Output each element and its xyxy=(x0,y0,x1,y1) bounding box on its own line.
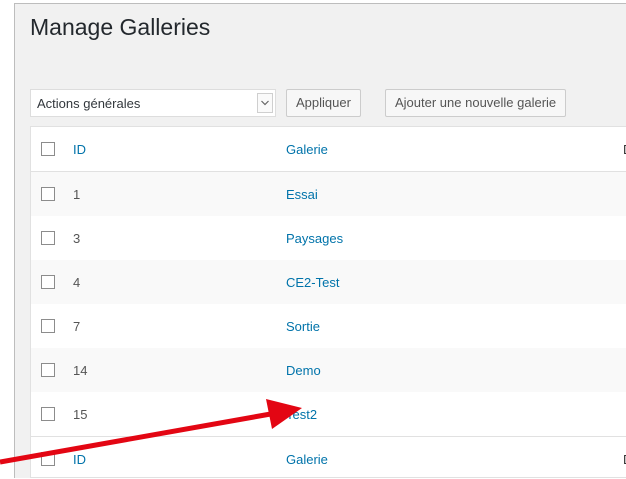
column-footer-gallery[interactable]: Galerie xyxy=(286,452,328,467)
table-header-row: ID Galerie D xyxy=(31,127,626,172)
table-row: 1 Essai xyxy=(31,172,626,216)
row-id: 14 xyxy=(73,363,88,378)
table-row: 15 Test2 xyxy=(31,392,626,436)
bulk-actions-selected-value: Actions générales xyxy=(37,96,141,111)
row-id: 4 xyxy=(73,275,81,290)
row-checkbox[interactable] xyxy=(41,407,55,421)
row-checkbox[interactable] xyxy=(41,319,55,333)
row-checkbox[interactable] xyxy=(41,363,55,377)
row-id: 7 xyxy=(73,319,81,334)
gallery-link[interactable]: Demo xyxy=(286,363,321,378)
gallery-link[interactable]: Test2 xyxy=(286,407,317,422)
gallery-link[interactable]: CE2-Test xyxy=(286,275,339,290)
add-gallery-button[interactable]: Ajouter une nouvelle galerie xyxy=(385,89,567,117)
apply-button[interactable]: Appliquer xyxy=(286,89,361,117)
column-header-gallery[interactable]: Galerie xyxy=(286,142,328,157)
column-footer-id[interactable]: ID xyxy=(73,452,86,467)
table-row: 4 CE2-Test xyxy=(31,260,626,304)
table-row: 7 Sortie xyxy=(31,304,626,348)
row-checkbox[interactable] xyxy=(41,231,55,245)
select-all-checkbox-footer[interactable] xyxy=(41,452,55,466)
select-all-checkbox[interactable] xyxy=(41,142,55,156)
table-row: 3 Paysages xyxy=(31,216,626,260)
row-checkbox[interactable] xyxy=(41,187,55,201)
galleries-table: ID Galerie D 1 Essai 3 Paysages 4 CE2-Te… xyxy=(30,126,626,478)
page-title: Manage Galleries xyxy=(30,14,211,40)
row-checkbox[interactable] xyxy=(41,275,55,289)
admin-content-area: Manage Galleries Actions générales Appli… xyxy=(14,3,626,478)
gallery-link[interactable]: Paysages xyxy=(286,231,343,246)
row-id: 15 xyxy=(73,407,88,422)
gallery-link[interactable]: Essai xyxy=(286,187,318,202)
chevron-down-icon[interactable] xyxy=(257,93,273,113)
bulk-actions-select[interactable]: Actions générales xyxy=(30,89,276,117)
table-row: 14 Demo xyxy=(31,348,626,392)
row-id: 3 xyxy=(73,231,81,246)
row-id: 1 xyxy=(73,187,81,202)
gallery-link[interactable]: Sortie xyxy=(286,319,320,334)
table-footer-row: ID Galerie D xyxy=(31,436,626,478)
column-header-id[interactable]: ID xyxy=(73,142,86,157)
